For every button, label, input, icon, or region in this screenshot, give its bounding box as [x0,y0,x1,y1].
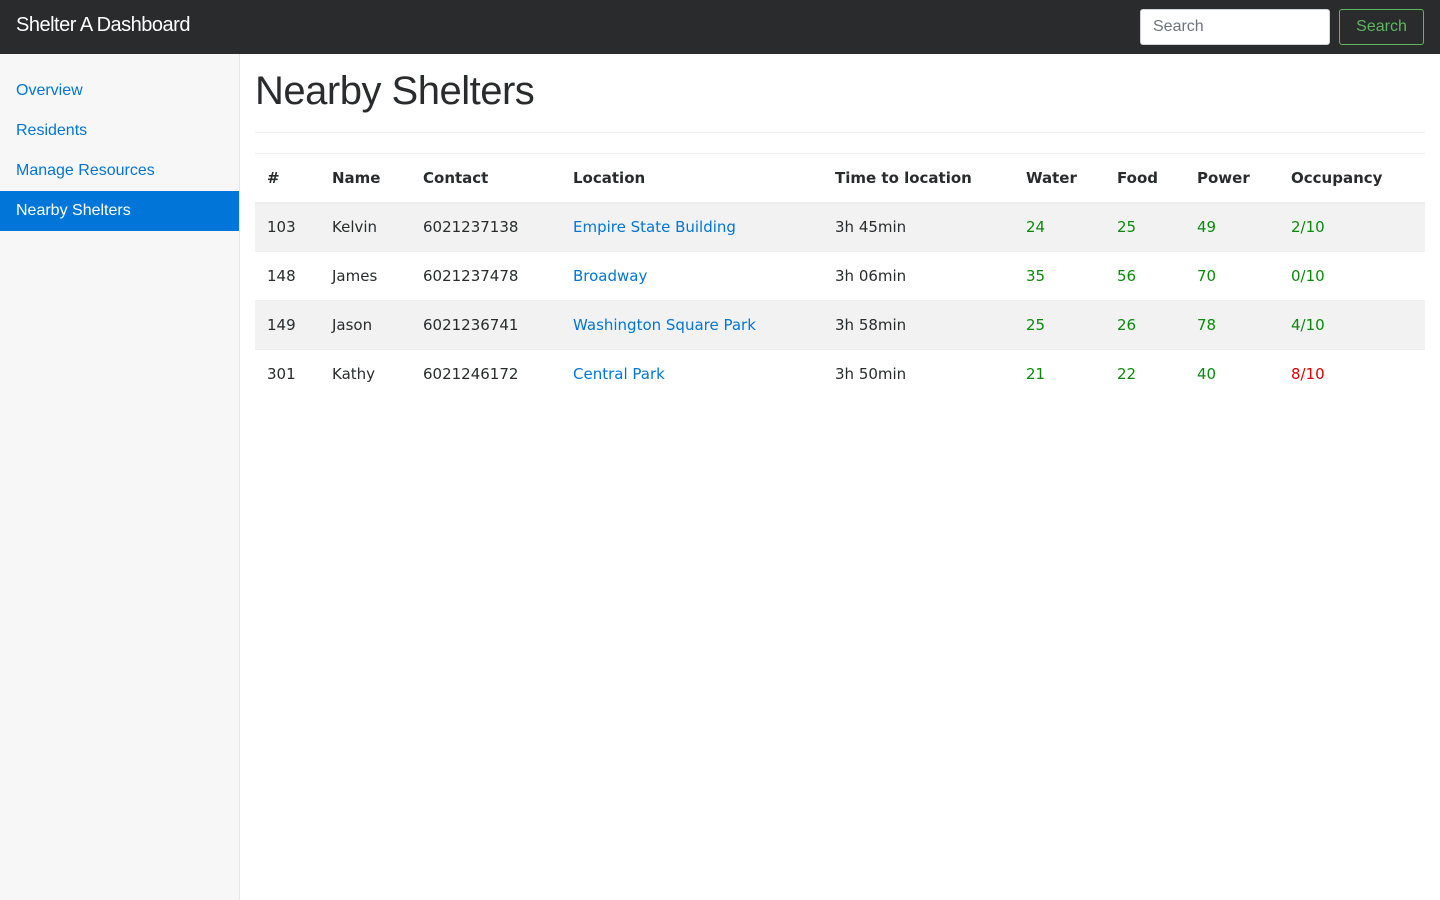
location-link[interactable]: Broadway [573,267,647,285]
cell-power: 49 [1185,202,1279,252]
cell-location: Broadway [561,251,823,301]
cell-power: 40 [1185,349,1279,399]
table-body: 103 Kelvin 6021237138 Empire State Build… [255,202,1425,399]
cell-water: 24 [1014,202,1105,252]
cell-id: 148 [255,251,320,301]
cell-name: Jason [320,300,411,350]
table-header-row: # Name Contact Location Time to location… [255,153,1425,204]
table-row: 301 Kathy 6021246172 Central Park 3h 50m… [255,349,1425,399]
top-navbar: Shelter A Dashboard Search [0,0,1440,54]
cell-location: Central Park [561,349,823,399]
sidebar-item-overview: Overview [0,71,239,111]
cell-food: 22 [1105,349,1185,399]
cell-contact: 6021236741 [411,300,561,350]
cell-location: Empire State Building [561,202,823,252]
cell-time: 3h 45min [823,202,1014,252]
sidebar-nav: Overview Residents Manage Resources Near… [0,54,239,231]
main-content: Nearby Shelters # Name Contact Location … [255,54,1425,399]
cell-name: Kathy [320,349,411,399]
page-title: Nearby Shelters [255,69,535,113]
cell-food: 25 [1105,202,1185,252]
shelters-table: # Name Contact Location Time to location… [255,153,1425,399]
sidebar-link-nearby-shelters[interactable]: Nearby Shelters [0,191,239,231]
cell-time: 3h 06min [823,251,1014,301]
cell-water: 35 [1014,251,1105,301]
location-link[interactable]: Washington Square Park [573,316,756,334]
column-header-location: Location [561,153,823,204]
cell-time: 3h 58min [823,300,1014,350]
cell-water: 25 [1014,300,1105,350]
column-header-water: Water [1014,153,1105,204]
table-row: 148 James 6021237478 Broadway 3h 06min 3… [255,251,1425,301]
cell-occupancy: 0/10 [1279,251,1425,301]
cell-id: 149 [255,300,320,350]
cell-contact: 6021246172 [411,349,561,399]
sidebar-item-manage-resources: Manage Resources [0,151,239,191]
sidebar-link-residents[interactable]: Residents [0,111,239,151]
sidebar-link-overview[interactable]: Overview [0,71,239,111]
sidebar-link-manage-resources[interactable]: Manage Resources [0,151,239,191]
cell-occupancy: 8/10 [1279,349,1425,399]
column-header-name: Name [320,153,411,204]
column-header-power: Power [1185,153,1279,204]
title-divider [255,132,1425,133]
column-header-food: Food [1105,153,1185,204]
table-header: # Name Contact Location Time to location… [255,153,1425,204]
cell-name: Kelvin [320,202,411,252]
cell-food: 26 [1105,300,1185,350]
column-header-time: Time to location [823,153,1014,204]
sidebar: Overview Residents Manage Resources Near… [0,54,240,900]
search-input[interactable] [1140,9,1330,45]
table-row: 149 Jason 6021236741 Washington Square P… [255,300,1425,350]
column-header-contact: Contact [411,153,561,204]
column-header-id: # [255,153,320,204]
cell-id: 103 [255,202,320,252]
cell-occupancy: 4/10 [1279,300,1425,350]
cell-id: 301 [255,349,320,399]
cell-power: 78 [1185,300,1279,350]
cell-food: 56 [1105,251,1185,301]
location-link[interactable]: Central Park [573,365,665,383]
cell-name: James [320,251,411,301]
search-button[interactable]: Search [1339,9,1424,45]
cell-contact: 6021237478 [411,251,561,301]
column-header-occupancy: Occupancy [1279,153,1425,204]
cell-location: Washington Square Park [561,300,823,350]
location-link[interactable]: Empire State Building [573,218,736,236]
cell-occupancy: 2/10 [1279,202,1425,252]
cell-time: 3h 50min [823,349,1014,399]
cell-power: 70 [1185,251,1279,301]
sidebar-item-residents: Residents [0,111,239,151]
cell-contact: 6021237138 [411,202,561,252]
cell-water: 21 [1014,349,1105,399]
table-row: 103 Kelvin 6021237138 Empire State Build… [255,202,1425,252]
sidebar-item-nearby-shelters: Nearby Shelters [0,191,239,231]
brand-link[interactable]: Shelter A Dashboard [16,14,190,37]
